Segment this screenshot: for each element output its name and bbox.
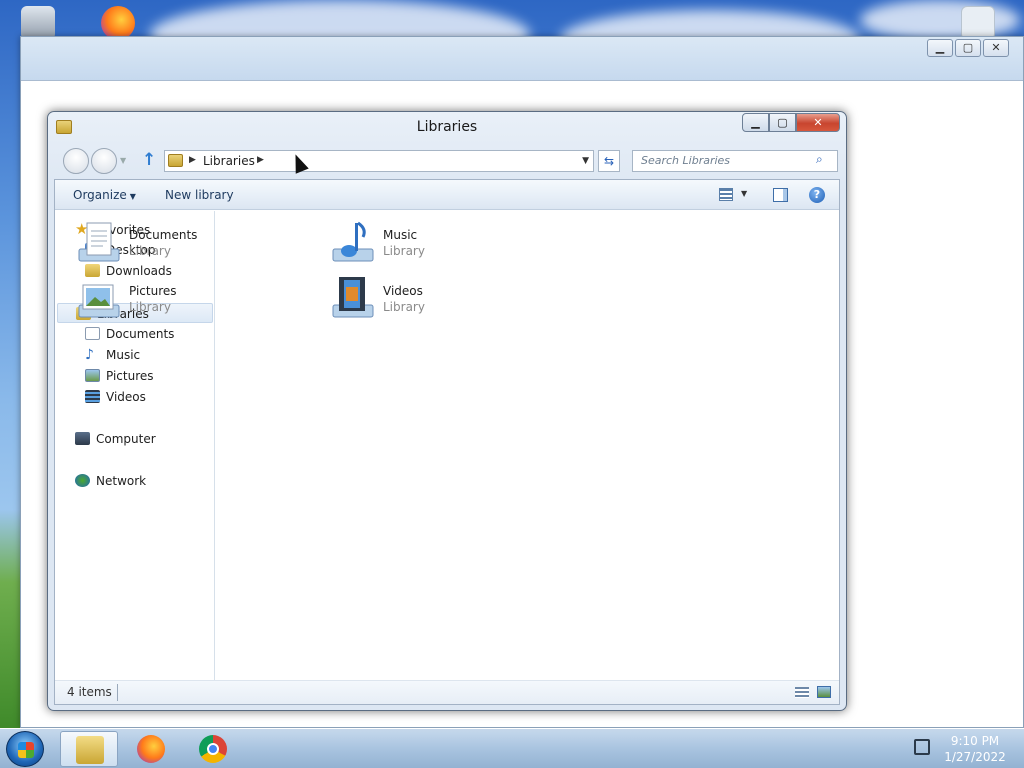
window-titlebar[interactable]: Libraries ▁ ▢ ✕ — [48, 112, 846, 144]
explorer-folder-icon — [76, 736, 104, 764]
library-name: Videos — [383, 284, 423, 298]
notepad-icon — [961, 6, 995, 40]
view-options-dropdown-icon[interactable]: ▼ — [741, 189, 747, 198]
back-button[interactable] — [63, 148, 89, 174]
nav-label: Documents — [106, 327, 175, 341]
item-count: 4 items — [67, 685, 112, 699]
caption-buttons: ▁ ▢ ✕ — [742, 113, 840, 132]
documents-library-icon — [78, 222, 120, 262]
nav-label: Computer — [96, 432, 156, 446]
nav-item-network[interactable]: Network — [75, 471, 146, 491]
recycle-bin-icon — [21, 6, 55, 40]
library-type: Library — [383, 244, 425, 258]
taskbar: 9:10 PM 1/27/2022 — [0, 728, 1024, 768]
background-window-titlebar: ▁ ▢ ✕ — [21, 37, 1023, 81]
chrome-center-icon — [207, 743, 219, 755]
network-tray-icon[interactable] — [914, 739, 930, 755]
nav-label: Pictures — [106, 369, 154, 383]
videos-library-icon — [332, 277, 374, 318]
nav-item-computer[interactable]: Computer — [75, 429, 156, 449]
change-view-icon[interactable] — [719, 188, 733, 201]
breadcrumb-arrow-icon[interactable]: ▶ — [189, 155, 196, 165]
taskbar-chrome-button[interactable] — [184, 731, 242, 767]
preview-pane-icon[interactable] — [773, 188, 788, 202]
organize-label: Organize — [73, 188, 127, 202]
breadcrumb-libraries[interactable]: Libraries — [203, 154, 255, 168]
new-library-button[interactable]: New library — [165, 188, 234, 202]
network-icon — [75, 474, 90, 487]
pictures-library-icon — [78, 284, 120, 318]
maximize-button[interactable]: ▢ — [769, 113, 796, 132]
firefox-icon — [101, 6, 135, 40]
documents-icon — [85, 327, 100, 340]
close-button[interactable]: ✕ — [796, 113, 840, 132]
nav-item-pictures[interactable]: Pictures — [85, 366, 154, 386]
address-bar[interactable]: ▶ Libraries ▶ ▼ — [164, 150, 594, 172]
background-minimize-button[interactable]: ▁ — [927, 39, 953, 57]
music-library-icon — [332, 221, 374, 262]
minimize-button[interactable]: ▁ — [742, 113, 769, 132]
computer-icon — [75, 432, 90, 445]
taskbar-explorer-button[interactable] — [60, 731, 118, 767]
videos-icon — [85, 390, 100, 403]
search-icon[interactable]: ⌕ — [816, 152, 823, 167]
library-type: Library — [129, 244, 171, 258]
up-arrow-icon[interactable]: ↑ — [142, 150, 156, 170]
chrome-icon — [199, 735, 227, 763]
nav-label: Videos — [106, 390, 146, 404]
forward-button[interactable] — [91, 148, 117, 174]
navigation-bar: ▼ ↑ ▶ Libraries ▶ ▼ ⇆ Search Libraries ⌕ — [56, 146, 840, 174]
taskbar-firefox-button[interactable] — [122, 731, 180, 767]
background-maximize-button[interactable]: ▢ — [955, 39, 981, 57]
status-bar: 4 items — [55, 680, 839, 704]
organize-button[interactable]: Organize ▼ — [73, 188, 136, 202]
refresh-icon[interactable]: ⇆ — [598, 150, 620, 172]
clock-date[interactable]: 1/27/2022 — [940, 750, 1010, 764]
background-close-button[interactable]: ✕ — [983, 39, 1009, 57]
library-name: Music — [383, 228, 418, 242]
chevron-down-icon: ▼ — [129, 192, 136, 201]
start-button[interactable] — [6, 731, 44, 767]
status-divider — [117, 684, 118, 701]
library-item-pictures[interactable]: Pictures Library — [75, 275, 315, 327]
libraries-folder-icon — [168, 154, 183, 167]
nav-item-documents[interactable]: Documents — [85, 324, 174, 344]
content-frame: Organize ▼ New library ▼ ? ★ Favorites Des… — [54, 179, 840, 705]
background-window-caption-buttons: ▁ ▢ ✕ — [927, 39, 1009, 57]
nav-label: Music — [106, 348, 141, 362]
search-input[interactable]: Search Libraries — [632, 150, 838, 172]
library-type: Library — [383, 300, 425, 314]
nav-item-videos[interactable]: Videos — [85, 387, 146, 407]
firefox-icon — [137, 735, 165, 763]
library-item-music[interactable]: Music Library — [329, 219, 569, 271]
music-note-icon: ♪ — [85, 347, 94, 363]
pictures-icon — [85, 369, 100, 382]
command-bar: Organize ▼ New library ▼ ? — [55, 180, 839, 210]
clock-time[interactable]: 9:10 PM — [940, 734, 1010, 748]
library-name: Documents — [129, 228, 198, 242]
large-icons-view-icon[interactable] — [817, 686, 831, 698]
nav-item-music[interactable]: ♪ Music — [85, 345, 140, 365]
window-title: Libraries — [416, 119, 478, 135]
explorer-window: Libraries ▁ ▢ ✕ ▼ ↑ ▶ Libraries ▶ ▼ ⇆ Se… — [47, 111, 847, 711]
library-item-documents[interactable]: Documents Library — [75, 219, 315, 271]
recent-pages-dropdown-icon[interactable]: ▼ — [120, 156, 126, 165]
breadcrumb-arrow-icon[interactable]: ▶ — [257, 155, 264, 165]
details-view-icon[interactable] — [795, 687, 809, 698]
library-type: Library — [129, 300, 171, 314]
library-item-videos[interactable]: Videos Library — [329, 275, 569, 327]
library-name: Pictures — [129, 284, 177, 298]
windows-logo-icon — [18, 742, 34, 758]
help-icon[interactable]: ? — [809, 187, 825, 203]
nav-label: Network — [96, 474, 147, 488]
address-dropdown-icon[interactable]: ▼ — [582, 156, 589, 166]
